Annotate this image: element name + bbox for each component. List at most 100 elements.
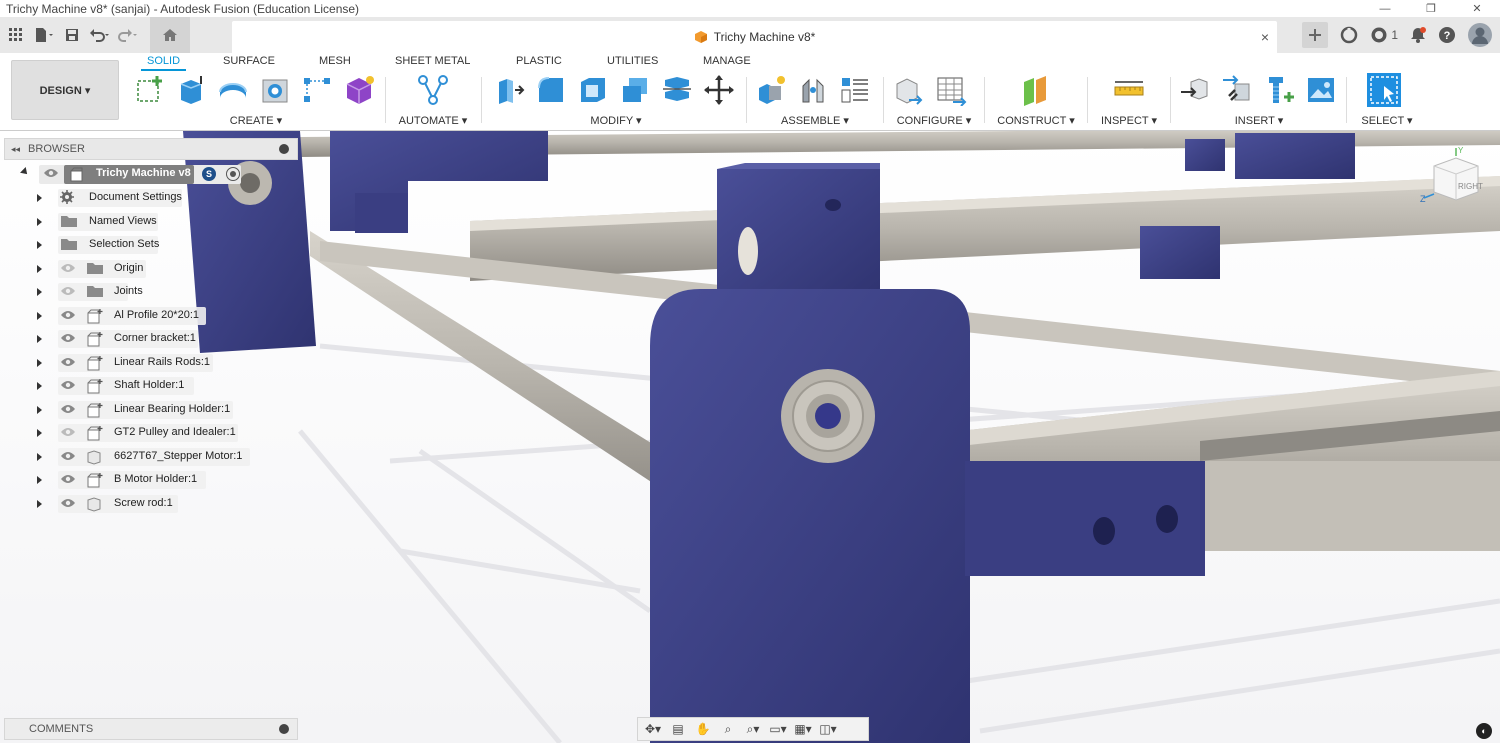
browser-tree-item[interactable]: Document Settings <box>4 188 298 208</box>
assemble-label[interactable]: ASSEMBLE ▾ <box>754 114 876 127</box>
insert-canvas-icon[interactable] <box>1304 73 1338 107</box>
select-icon[interactable] <box>1367 73 1401 107</box>
save-icon[interactable] <box>60 21 84 49</box>
fillet-icon[interactable] <box>534 73 568 107</box>
visibility-eye-icon[interactable] <box>43 168 59 181</box>
browser-tree-item[interactable]: GT2 Pulley and Idealer:1 <box>4 423 298 443</box>
tab-surface[interactable]: SURFACE <box>223 55 275 67</box>
expand-arrow-icon[interactable] <box>37 358 42 367</box>
combine-icon[interactable] <box>618 73 652 107</box>
move-copy-icon[interactable] <box>702 73 736 107</box>
expand-arrow-icon[interactable] <box>37 311 42 320</box>
tab-plastic[interactable]: PLASTIC <box>516 55 562 67</box>
split-body-icon[interactable] <box>660 73 694 107</box>
browser-tree-item[interactable]: Origin <box>4 259 298 279</box>
redo-icon[interactable] <box>116 21 140 49</box>
visibility-eye-icon[interactable] <box>60 427 76 440</box>
browser-tree-item[interactable]: Corner bracket:1 <box>4 329 298 349</box>
visibility-eye-icon[interactable] <box>60 263 76 276</box>
browser-tree-item[interactable]: Screw rod:1 <box>4 494 298 514</box>
modify-label[interactable]: MODIFY ▾ <box>492 114 740 127</box>
select-label[interactable]: SELECT ▾ <box>1356 114 1418 127</box>
visibility-eye-icon[interactable] <box>60 380 76 393</box>
zoom-icon[interactable]: ⌕ <box>717 719 739 739</box>
job-status-icon[interactable]: 1 <box>1370 26 1398 44</box>
configure-label[interactable]: CONFIGURE ▾ <box>892 114 976 127</box>
browser-tree-item[interactable]: Joints <box>4 282 298 302</box>
tree-root[interactable]: Trichy Machine v8 S <box>4 164 298 184</box>
comments-panel[interactable]: COMMENTS <box>4 718 298 740</box>
shell-icon[interactable] <box>576 73 610 107</box>
new-component-icon[interactable] <box>754 73 788 107</box>
hole-icon[interactable] <box>258 73 292 107</box>
tab-utilities[interactable]: UTILITIES <box>607 55 658 67</box>
insert-label[interactable]: INSERT ▾ <box>1178 114 1340 127</box>
insert-derive-icon[interactable] <box>1178 73 1212 107</box>
configure-model-icon[interactable] <box>892 73 926 107</box>
collapse-browser-icon[interactable]: ◂◂ <box>11 144 20 155</box>
user-avatar[interactable] <box>1468 23 1492 47</box>
close-tab-button[interactable]: × <box>1261 29 1269 45</box>
visibility-eye-icon[interactable] <box>60 404 76 417</box>
activate-radio-icon[interactable] <box>226 167 240 181</box>
expand-arrow-icon[interactable] <box>37 499 42 508</box>
root-expand-arrow[interactable] <box>20 167 30 177</box>
browser-tree-item[interactable]: Shaft Holder:1 <box>4 376 298 396</box>
construct-label[interactable]: CONSTRUCT ▾ <box>994 114 1078 127</box>
expand-arrow-icon[interactable] <box>37 452 42 461</box>
measure-icon[interactable] <box>1112 73 1146 107</box>
browser-tree-item[interactable]: 6627T67_Stepper Motor:1 <box>4 447 298 467</box>
browser-tree-item[interactable]: B Motor Holder:1 <box>4 470 298 490</box>
browser-options-icon[interactable] <box>279 144 289 154</box>
sync-badge-icon[interactable]: S <box>202 167 216 181</box>
revolve-icon[interactable] <box>216 73 250 107</box>
expand-arrow-icon[interactable] <box>37 382 42 390</box>
notification-bell-icon[interactable] <box>1410 27 1426 43</box>
expand-arrow-icon[interactable] <box>37 429 42 437</box>
document-tab[interactable]: Trichy Machine v8* × <box>232 21 1277 53</box>
create-label[interactable]: CREATE ▾ <box>132 114 380 127</box>
expand-arrow-icon[interactable] <box>37 194 42 202</box>
browser-tree-item[interactable]: Linear Bearing Holder:1 <box>4 400 298 420</box>
visibility-eye-icon[interactable] <box>60 333 76 346</box>
tab-mesh[interactable]: MESH <box>319 55 351 67</box>
undo-icon[interactable] <box>88 21 112 49</box>
tab-manage[interactable]: MANAGE <box>703 55 751 67</box>
help-icon[interactable]: ? <box>1438 26 1456 44</box>
browser-tree-item[interactable]: Linear Rails Rods:1 <box>4 353 298 373</box>
extrude-icon[interactable] <box>174 73 208 107</box>
create-form-icon[interactable] <box>342 73 376 107</box>
browser-tree-item[interactable]: Named Views <box>4 212 298 232</box>
expand-arrow-icon[interactable] <box>37 335 42 343</box>
expand-arrow-icon[interactable] <box>37 217 42 226</box>
insert-mcmaster-icon[interactable] <box>1220 73 1254 107</box>
maximize-button[interactable]: ❐ <box>1408 0 1454 17</box>
new-tab-button[interactable] <box>1302 22 1329 48</box>
browser-tree-item[interactable]: Selection Sets <box>4 235 298 255</box>
grid-snaps-icon[interactable]: ▦▾ <box>792 719 814 739</box>
orbit-icon[interactable]: ✥▾ <box>642 719 664 739</box>
automate-label[interactable]: AUTOMATE ▾ <box>392 114 474 127</box>
expand-arrow-icon[interactable] <box>37 241 42 249</box>
view-cube[interactable]: RIGHT Z Y <box>1420 146 1490 216</box>
file-menu-icon[interactable] <box>32 21 56 49</box>
offset-plane-icon[interactable] <box>1019 73 1053 107</box>
configuration-table-icon[interactable] <box>934 73 968 107</box>
expand-arrow-icon[interactable] <box>37 288 42 296</box>
visibility-eye-icon[interactable] <box>60 498 76 511</box>
inspect-label[interactable]: INSPECT ▾ <box>1094 114 1164 127</box>
expand-arrow-icon[interactable] <box>37 476 42 484</box>
visibility-eye-icon[interactable] <box>60 474 76 487</box>
viewports-icon[interactable]: ◫▾ <box>817 719 839 739</box>
visibility-eye-icon[interactable] <box>60 310 76 323</box>
close-window-button[interactable]: ✕ <box>1454 0 1500 17</box>
workspace-switcher-button[interactable]: DESIGN ▾ <box>11 60 119 120</box>
fit-icon[interactable]: ⌕▾ <box>742 719 764 739</box>
tab-solid[interactable]: SOLID <box>140 55 187 71</box>
bill-of-materials-icon[interactable] <box>838 73 872 107</box>
look-at-icon[interactable]: ▤ <box>667 719 689 739</box>
visibility-eye-icon[interactable] <box>60 357 76 370</box>
browser-tree-item[interactable]: Al Profile 20*20:1 <box>4 306 298 326</box>
expand-arrow-icon[interactable] <box>37 405 42 414</box>
sync-icon[interactable] <box>1340 26 1358 44</box>
